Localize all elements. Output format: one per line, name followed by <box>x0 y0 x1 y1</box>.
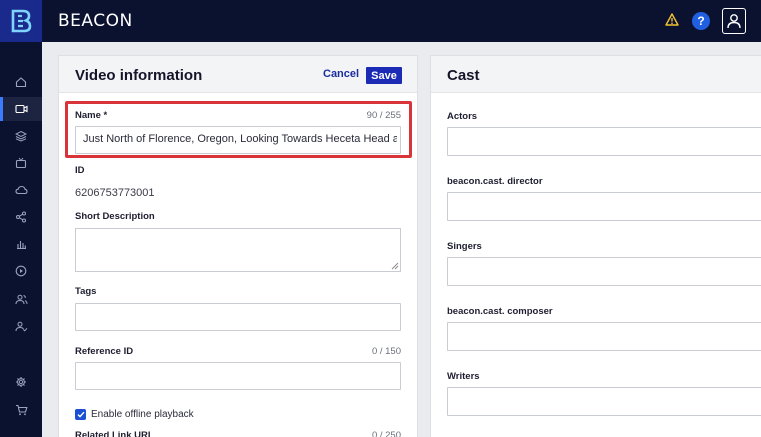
sidebar-item-users[interactable] <box>0 287 42 311</box>
beacon-logo[interactable] <box>0 0 42 42</box>
writers-label: Writers <box>447 371 480 382</box>
play-icon <box>15 265 27 277</box>
short-description-label: Short Description <box>75 211 155 222</box>
analytics-icon <box>17 241 26 250</box>
reference-id-counter: 0 / 150 <box>371 346 401 357</box>
writers-input[interactable] <box>447 387 761 416</box>
name-field-highlight <box>65 101 412 158</box>
brand-name: BEACON <box>58 11 133 31</box>
panel-title: Video information <box>75 67 203 84</box>
user-icon <box>727 14 741 29</box>
sidebar-item-videos[interactable] <box>0 97 42 121</box>
cart-icon <box>15 404 28 416</box>
id-label: ID <box>75 165 85 176</box>
video-icon <box>14 104 28 114</box>
sidebar-item-share[interactable] <box>0 205 42 229</box>
warning-icon[interactable] <box>665 13 679 31</box>
sidebar <box>0 42 42 437</box>
composer-label: beacon.cast. composer <box>447 306 553 317</box>
users-icon <box>15 294 27 304</box>
layers-icon <box>15 130 27 142</box>
sidebar-item-cloud[interactable] <box>0 178 42 202</box>
sidebar-item-tv[interactable] <box>0 151 42 175</box>
logo-icon <box>11 9 32 33</box>
offline-playback-checkbox[interactable] <box>75 409 86 420</box>
related-link-counter: 0 / 250 <box>371 431 401 437</box>
tv-icon <box>15 157 27 169</box>
sidebar-item-play[interactable] <box>0 259 42 283</box>
sidebar-item-settings[interactable] <box>0 370 42 394</box>
cloud-icon <box>14 185 28 195</box>
singers-label: Singers <box>447 241 482 252</box>
actors-label: Actors <box>447 111 478 122</box>
actors-input[interactable] <box>447 127 761 156</box>
save-button[interactable]: Save <box>366 67 402 84</box>
tags-input[interactable] <box>75 303 401 331</box>
related-link-label: Related Link URL <box>75 431 154 437</box>
sidebar-item-user-check[interactable] <box>0 314 42 338</box>
tags-label: Tags <box>75 286 97 297</box>
sidebar-item-cart[interactable] <box>0 398 42 422</box>
help-icon[interactable]: ? <box>692 12 710 30</box>
user-check-icon <box>15 321 27 332</box>
composer-input[interactable] <box>447 322 761 351</box>
home-icon <box>15 77 27 88</box>
video-panel-header: Video information Cancel Save <box>59 56 417 93</box>
short-description-input[interactable] <box>75 228 401 272</box>
resize-handle-icon[interactable] <box>391 262 399 270</box>
sidebar-item-layers[interactable] <box>0 124 42 148</box>
share-icon <box>16 211 26 223</box>
user-menu-button[interactable] <box>722 8 746 34</box>
director-label: beacon.cast. director <box>447 176 543 187</box>
top-bar: BEACON ? <box>0 0 761 42</box>
director-input[interactable] <box>447 192 761 221</box>
reference-id-label: Reference ID <box>75 346 134 357</box>
settings-icon <box>16 377 26 387</box>
cancel-button[interactable]: Cancel <box>323 68 359 80</box>
sidebar-item-home[interactable] <box>0 70 42 94</box>
cast-panel-title: Cast <box>447 67 480 84</box>
sidebar-item-analytics[interactable] <box>0 232 42 256</box>
offline-playback-label[interactable]: Enable offline playback <box>91 409 194 420</box>
singers-input[interactable] <box>447 257 761 286</box>
id-value: 6206753773001 <box>75 187 155 199</box>
checkmark-icon <box>77 411 85 418</box>
reference-id-input[interactable] <box>75 362 401 390</box>
cast-panel-header: Cast <box>431 56 761 93</box>
